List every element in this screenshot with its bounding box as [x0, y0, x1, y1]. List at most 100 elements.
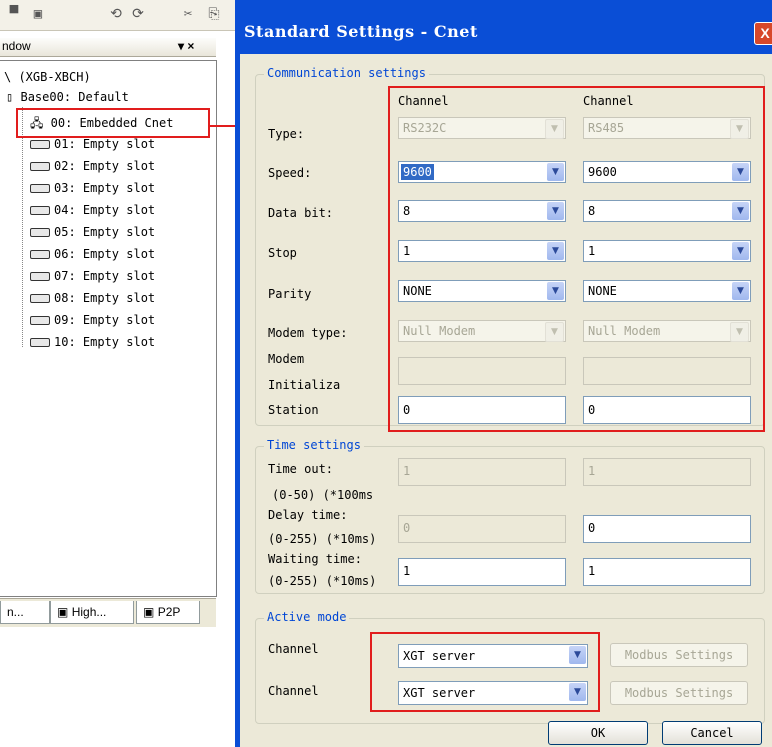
tree-base[interactable]: ▯ Base00: Default: [6, 89, 129, 105]
slot-icon: [30, 140, 50, 149]
channel-1-delay-field[interactable]: 0: [398, 515, 566, 543]
tree-item-label: 10: Empty slot: [54, 335, 156, 349]
tree-item[interactable]: 10: Empty slot: [30, 334, 155, 350]
time-settings-title: Time settings: [264, 438, 364, 452]
channel-2-speed-select[interactable]: 9600 ▼: [583, 161, 751, 183]
chevron-down-icon: ▼: [732, 202, 749, 220]
slot-icon: [30, 162, 50, 171]
parity-label: Parity: [268, 287, 312, 301]
active-mode-group: [255, 618, 765, 724]
tree-item[interactable]: 03: Empty slot: [30, 180, 155, 196]
tree-item[interactable]: 07: Empty slot: [30, 268, 155, 284]
active-channel-2-select[interactable]: XGT server ▼: [398, 681, 588, 705]
channel-2-data-bit-select[interactable]: 8 ▼: [583, 200, 751, 222]
active-channel-2-label: Channel: [268, 684, 319, 698]
project-tabs: n... ▣ High... ▣ P2P: [0, 598, 216, 627]
channel-1-stop-select[interactable]: 1 ▼: [398, 240, 566, 262]
chevron-down-icon: ▼: [547, 163, 564, 181]
tree-item[interactable]: 08: Empty slot: [30, 290, 155, 306]
channel-2-delay-field[interactable]: 0: [583, 515, 751, 543]
dialog-title: Standard Settings - Cnet: [244, 22, 478, 41]
tree-guide: [22, 107, 24, 347]
tab-project[interactable]: n...: [0, 601, 50, 624]
tree-item[interactable]: 04: Empty slot: [30, 202, 155, 218]
undo-icon[interactable]: ⟲: [108, 6, 124, 22]
channel-1-data-bit-select[interactable]: 8 ▼: [398, 200, 566, 222]
channel-1-speed-select[interactable]: 9600 ▼: [398, 161, 566, 183]
slot-icon: [30, 338, 50, 347]
main-toolbar: ▀ ▣ ⟲ ⟳ ✂ ⎘: [0, 0, 236, 31]
save-icon[interactable]: ▀: [6, 6, 22, 22]
channel-2-stop-value: 1: [588, 244, 596, 258]
channel-1-waiting-field[interactable]: 1: [398, 558, 566, 586]
channel-2-modem-type-select[interactable]: Null Modem ▼: [583, 320, 751, 342]
channel-1-timeout-field[interactable]: 1: [398, 458, 566, 486]
channel-2-modem-init-field[interactable]: [583, 357, 751, 385]
timeout-range: (0-50) (*100ms: [272, 488, 374, 502]
active-channel-1-label: Channel: [268, 642, 319, 656]
channel-1-type-select[interactable]: RS232C ▼: [398, 117, 566, 139]
channel-1-stop-value: 1: [403, 244, 411, 258]
channel-1-station-field[interactable]: 0: [398, 396, 566, 424]
delay-range: (0-255) (*10ms): [268, 532, 377, 546]
tab-high[interactable]: ▣ High...: [50, 601, 134, 624]
tree-item[interactable]: 06: Empty slot: [30, 246, 155, 262]
chevron-down-icon: ▼: [569, 646, 586, 664]
channel-2-modem-type-value: Null Modem: [588, 324, 661, 338]
slot-icon: [30, 250, 50, 259]
active-channel-2-value: XGT server: [403, 686, 476, 700]
ok-button[interactable]: OK: [548, 721, 648, 745]
tree-item[interactable]: 05: Empty slot: [30, 224, 155, 240]
channel-2-timeout-value: 1: [588, 464, 596, 478]
channel-2-timeout-field[interactable]: 1: [583, 458, 751, 486]
channel-2-header: Channel: [583, 94, 634, 108]
channel-1-parity-value: NONE: [403, 284, 432, 298]
channel-1-modem-type-select[interactable]: Null Modem ▼: [398, 320, 566, 342]
tree-item-embedded-cnet[interactable]: 🖧 00: Embedded Cnet: [30, 115, 173, 131]
window-controls[interactable]: ▾ ×: [178, 39, 194, 53]
channel-2-station-field[interactable]: 0: [583, 396, 751, 424]
modbus-settings-button-1[interactable]: Modbus Settings: [610, 643, 748, 667]
cnet-module-icon: 🖧: [30, 116, 44, 130]
waiting-label: Waiting time:: [268, 552, 362, 566]
copy-icon[interactable]: ⎘: [206, 6, 222, 22]
modbus-settings-button-2[interactable]: Modbus Settings: [610, 681, 748, 705]
tree-item-label: 09: Empty slot: [54, 313, 156, 327]
tree-item[interactable]: 09: Empty slot: [30, 312, 155, 328]
communication-settings-title: Communication settings: [264, 66, 429, 80]
slot-icon: [30, 272, 50, 281]
channel-2-waiting-field[interactable]: 1: [583, 558, 751, 586]
tree-item-label: 04: Empty slot: [54, 203, 156, 217]
channel-2-stop-select[interactable]: 1 ▼: [583, 240, 751, 262]
chevron-down-icon: ▼: [732, 282, 749, 300]
tree-item[interactable]: 02: Empty slot: [30, 158, 155, 174]
channel-1-parity-select[interactable]: NONE ▼: [398, 280, 566, 302]
tree-root[interactable]: \ (XGB-XBCH): [4, 69, 91, 85]
modem-init-label-line2: Initializa: [268, 378, 341, 392]
chevron-down-icon: ▼: [569, 683, 586, 701]
chevron-down-icon: ▼: [547, 242, 564, 260]
close-icon[interactable]: X: [754, 22, 772, 45]
tree-item-label: 08: Empty slot: [54, 291, 156, 305]
channel-2-type-select[interactable]: RS485 ▼: [583, 117, 751, 139]
speed-label: Speed:: [268, 166, 312, 180]
chevron-down-icon: ▼: [732, 242, 749, 260]
timeout-label: Time out:: [268, 462, 334, 476]
tree-item-label: 06: Empty slot: [54, 247, 156, 261]
cut-icon[interactable]: ✂: [180, 6, 196, 22]
channel-1-speed-value: 9600: [401, 164, 434, 180]
active-channel-1-select[interactable]: XGT server ▼: [398, 644, 588, 668]
channel-1-modem-init-field[interactable]: [398, 357, 566, 385]
cancel-button[interactable]: Cancel: [662, 721, 762, 745]
slot-icon: [30, 206, 50, 215]
channel-2-parity-select[interactable]: NONE ▼: [583, 280, 751, 302]
project-window-titlebar: ndow ▾ ×: [0, 38, 216, 57]
slot-icon: [30, 316, 50, 325]
slot-icon: [30, 184, 50, 193]
channel-2-waiting-value: 1: [588, 564, 596, 578]
tree-item[interactable]: 01: Empty slot: [30, 136, 155, 152]
print-icon[interactable]: ▣: [30, 6, 46, 22]
channel-2-data-bit-value: 8: [588, 204, 596, 218]
redo-icon[interactable]: ⟳: [130, 6, 146, 22]
tab-p2p[interactable]: ▣ P2P: [136, 601, 200, 624]
